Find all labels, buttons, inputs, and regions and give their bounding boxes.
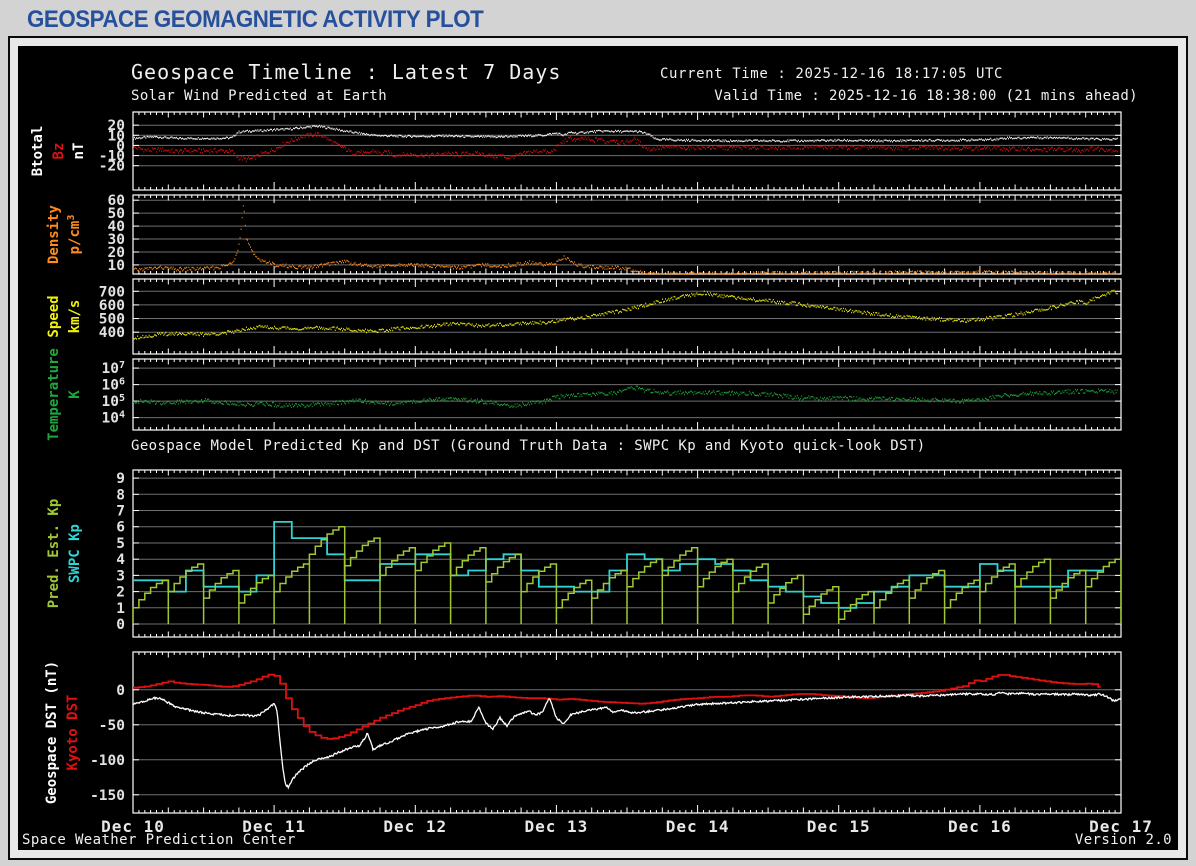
svg-text:nT: nT bbox=[71, 143, 87, 160]
valid-time-label: Valid Time : 2025-12-16 18:38:00 (21 min… bbox=[714, 88, 1138, 104]
svg-text:400: 400 bbox=[99, 325, 125, 341]
svg-text:SWPC Kp: SWPC Kp bbox=[67, 524, 83, 583]
svg-text:-150: -150 bbox=[90, 788, 125, 804]
footer-version: Version 2.0 bbox=[1074, 832, 1172, 848]
plot-background: 20 10 0 -10 -20 Btotal Bz nT 60 50 40 30 20 10 Density… bbox=[18, 46, 1178, 850]
current-time-label: Current Time : 2025-12-16 18:17:05 UTC bbox=[660, 66, 1004, 82]
svg-text:Btotal: Btotal bbox=[30, 126, 46, 177]
svg-text:6: 6 bbox=[116, 520, 125, 536]
svg-text:4: 4 bbox=[116, 552, 125, 568]
plot-title: Geospace Timeline : Latest 7 Days bbox=[131, 60, 562, 84]
svg-text:Pred. Est. Kp: Pred. Est. Kp bbox=[46, 499, 62, 609]
svg-text:Dec 15: Dec 15 bbox=[807, 817, 871, 836]
svg-text:Dec 14: Dec 14 bbox=[666, 817, 730, 836]
svg-text:Dec 12: Dec 12 bbox=[383, 817, 447, 836]
svg-text:Temperature: Temperature bbox=[46, 348, 62, 441]
svg-text:106: 106 bbox=[102, 377, 126, 394]
plot-frame: 20 10 0 -10 -20 Btotal Bz nT 60 50 40 30 20 10 Density… bbox=[8, 36, 1188, 860]
svg-text:0: 0 bbox=[116, 683, 125, 699]
svg-text:-100: -100 bbox=[90, 753, 125, 769]
svg-text:9: 9 bbox=[116, 471, 125, 487]
kp-dst-section-title: Geospace Model Predicted Kp and DST (Gro… bbox=[131, 438, 926, 454]
svg-text:K: K bbox=[67, 390, 83, 399]
svg-text:Dec 13: Dec 13 bbox=[525, 817, 589, 836]
page-title: GEOSPACE GEOMAGNETIC ACTIVITY PLOT bbox=[27, 6, 484, 33]
svg-text:5: 5 bbox=[116, 536, 125, 552]
footer-source: Space Weather Prediction Center bbox=[22, 832, 296, 848]
svg-text:104: 104 bbox=[102, 410, 126, 427]
svg-text:2: 2 bbox=[116, 585, 125, 601]
svg-text:p/cm3: p/cm3 bbox=[66, 215, 83, 255]
svg-text:3: 3 bbox=[116, 568, 125, 584]
svg-text:0: 0 bbox=[116, 617, 125, 633]
svg-text:10: 10 bbox=[108, 258, 125, 274]
svg-text:Bz: Bz bbox=[51, 143, 67, 160]
svg-text:Kyoto DST: Kyoto DST bbox=[65, 695, 81, 771]
svg-text:107: 107 bbox=[102, 360, 126, 377]
svg-text:Speed: Speed bbox=[46, 295, 62, 337]
svg-text:Density: Density bbox=[46, 204, 62, 264]
svg-text:Geospace DST (nT): Geospace DST (nT) bbox=[44, 661, 60, 804]
svg-text:8: 8 bbox=[116, 487, 125, 503]
svg-text:Dec 16: Dec 16 bbox=[948, 817, 1012, 836]
svg-text:1: 1 bbox=[116, 601, 125, 617]
svg-text:7: 7 bbox=[116, 504, 125, 520]
solar-wind-subtitle: Solar Wind Predicted at Earth bbox=[131, 88, 388, 104]
svg-text:-50: -50 bbox=[99, 718, 125, 734]
svg-text:-20: -20 bbox=[99, 159, 125, 175]
page-header: GEOSPACE GEOMAGNETIC ACTIVITY PLOT bbox=[27, 6, 518, 34]
svg-text:105: 105 bbox=[102, 393, 126, 410]
svg-text:km/s: km/s bbox=[67, 300, 83, 334]
